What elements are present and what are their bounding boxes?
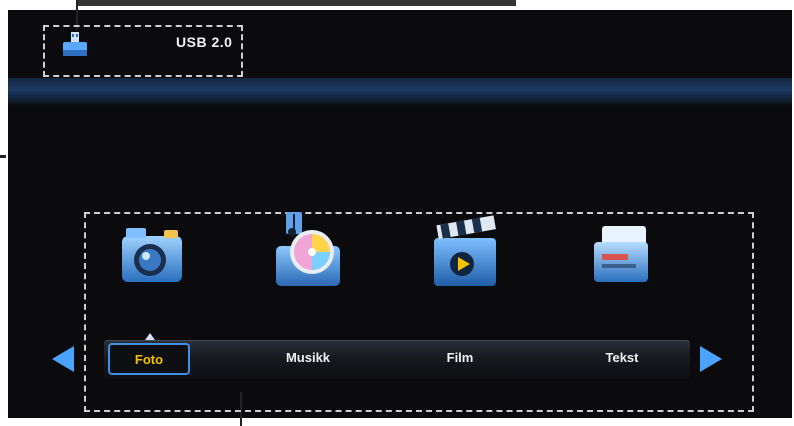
callout-line-top <box>76 0 516 6</box>
usb-drive-icon[interactable] <box>60 30 90 60</box>
menu-item-foto[interactable]: Foto <box>108 343 190 375</box>
callout-line-left <box>0 155 6 158</box>
film-clapper-icon[interactable] <box>428 212 502 292</box>
camera-icon[interactable] <box>116 218 190 290</box>
header-band <box>8 78 792 106</box>
menu-item-musikk[interactable]: Musikk <box>268 350 348 365</box>
music-disc-icon[interactable] <box>268 206 348 292</box>
menu-item-film[interactable]: Film <box>420 350 500 365</box>
menu-item-tekst[interactable]: Tekst <box>582 350 662 365</box>
selection-caret <box>145 333 155 340</box>
text-document-icon[interactable] <box>584 218 656 290</box>
arrow-left-icon[interactable] <box>52 346 74 372</box>
usb-label: USB 2.0 <box>176 34 233 50</box>
arrow-right-icon[interactable] <box>700 346 722 372</box>
